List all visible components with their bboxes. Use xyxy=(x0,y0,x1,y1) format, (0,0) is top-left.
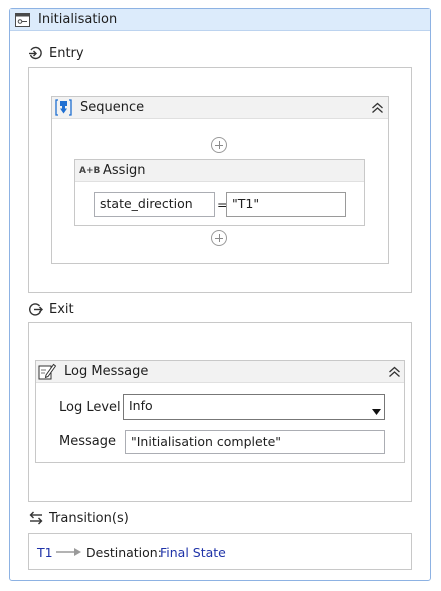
sequence-title: Sequence xyxy=(80,100,145,115)
collapse-chevron-icon[interactable] xyxy=(388,366,401,378)
message-field[interactable]: "Initialisation complete" xyxy=(125,430,385,454)
log-level-label: Log Level xyxy=(59,400,121,415)
collapse-chevron-icon[interactable] xyxy=(371,102,384,114)
sequence-icon xyxy=(55,99,72,116)
state-icon xyxy=(15,13,30,27)
transitions-icon xyxy=(28,511,44,525)
add-activity-plus-icon[interactable] xyxy=(211,230,227,246)
state-title: Initialisation xyxy=(38,12,118,27)
exit-icon xyxy=(28,302,43,317)
add-activity-plus-icon[interactable] xyxy=(211,137,227,153)
destination-label: Destination: xyxy=(86,545,162,560)
transition-name-link[interactable]: T1 xyxy=(37,545,53,561)
entry-label: Entry xyxy=(49,46,84,61)
log-message-title: Log Message xyxy=(64,364,149,379)
assign-to-field[interactable]: state_direction xyxy=(94,192,215,217)
log-message-icon xyxy=(38,363,57,381)
transitions-label: Transition(s) xyxy=(49,511,129,526)
destination-link[interactable]: Final State xyxy=(160,545,226,561)
dropdown-arrow-icon[interactable] xyxy=(372,404,381,415)
entry-icon xyxy=(28,46,43,61)
assign-title: Assign xyxy=(103,163,146,178)
log-level-select[interactable]: Info xyxy=(123,394,385,420)
log-level-value: Info xyxy=(129,398,153,413)
transition-arrow-icon xyxy=(56,546,82,558)
message-label: Message xyxy=(59,434,116,449)
assign-icon: A+B xyxy=(79,166,101,176)
exit-label: Exit xyxy=(49,302,74,317)
assign-value-field[interactable]: "T1" xyxy=(226,192,346,217)
